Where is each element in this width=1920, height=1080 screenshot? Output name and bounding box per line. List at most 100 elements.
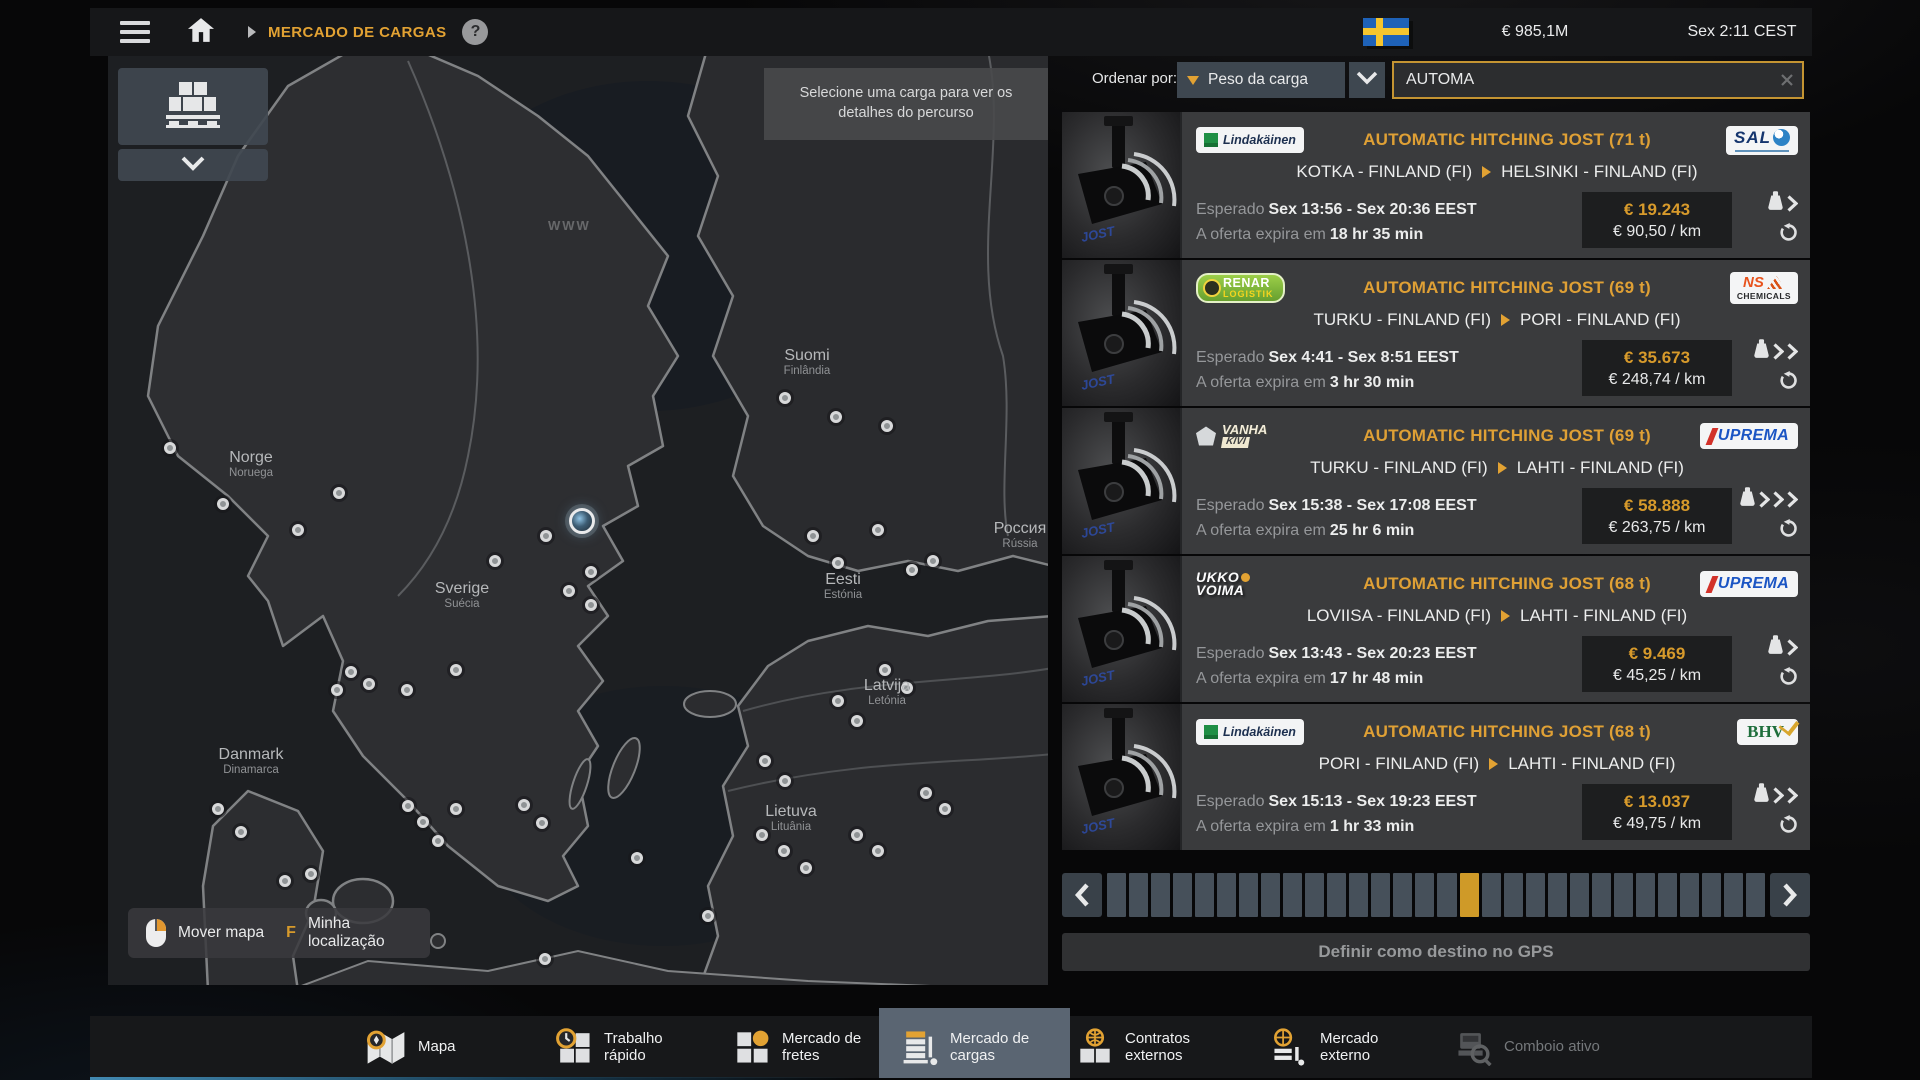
page-block[interactable] (1526, 873, 1545, 917)
expires-label: A oferta expira em (1196, 522, 1326, 539)
city-dot (832, 557, 844, 569)
loop-icon (1779, 371, 1798, 395)
nav-item-external[interactable]: Mercado externo (1249, 1016, 1440, 1078)
page-prev-button[interactable] (1062, 873, 1102, 917)
freight-icon (733, 1028, 771, 1066)
city-dot (939, 803, 951, 815)
city-dot (363, 678, 375, 690)
set-gps-destination-button[interactable]: Definir como destino no GPS (1062, 933, 1810, 971)
city-dot (832, 695, 844, 707)
city-dot (217, 498, 229, 510)
page-block[interactable] (1548, 873, 1567, 917)
price-per-km: € 90,50 / km (1613, 223, 1701, 241)
page-block[interactable] (1239, 873, 1258, 917)
nav-item-contracts[interactable]: Contratos externos (1054, 1016, 1245, 1078)
menu-icon[interactable] (120, 21, 150, 43)
route-arrow-icon (1501, 314, 1510, 326)
map-canvas[interactable]: WWW NorgeNoruegaSverigeSuéciaSuomiFinlân… (108, 56, 1048, 985)
page-block[interactable] (1151, 873, 1170, 917)
price-box: € 9.469 € 45,25 / km (1582, 636, 1732, 692)
route-row: KOTKA - FINLAND (FI) HELSINKI - FINLAND … (1196, 162, 1798, 182)
cargo-offer-card[interactable]: JOST UKKOVOIMA AUTOMATIC HITCHING JOST (… (1062, 556, 1810, 702)
page-block[interactable] (1349, 873, 1368, 917)
cargo-offer-card[interactable]: JOST RENARLOGISTIK AUTOMATIC HITCHING JO… (1062, 260, 1810, 406)
cargo-icons (1744, 782, 1798, 840)
weight-icon (1767, 191, 1784, 216)
city-dot (417, 816, 429, 828)
page-block[interactable] (1305, 873, 1324, 917)
page-block[interactable] (1570, 873, 1589, 917)
page-block[interactable] (1217, 873, 1236, 917)
cargo-offer-card[interactable]: JOST Lindakäinen AUTOMATIC HITCHING JOST… (1062, 112, 1810, 258)
page-block[interactable] (1107, 873, 1126, 917)
cargo-icons (1744, 634, 1798, 692)
expires-time: 3 hr 30 min (1330, 374, 1414, 391)
page-block[interactable] (1482, 873, 1501, 917)
quickjob-icon (555, 1028, 593, 1066)
home-icon (188, 18, 214, 47)
breadcrumb-arrow-icon (248, 26, 256, 38)
cargo-offer-card[interactable]: JOST VANHAKIVI AUTOMATIC HITCHING JOST (… (1062, 408, 1810, 554)
page-block[interactable] (1173, 873, 1192, 917)
page-block[interactable] (1504, 873, 1523, 917)
city-dot (489, 555, 501, 567)
clear-search-icon[interactable] (1772, 65, 1802, 95)
page-block[interactable] (1327, 873, 1346, 917)
player-position-marker (569, 508, 595, 534)
page-block[interactable] (1261, 873, 1280, 917)
price-box: € 58.888 € 263,75 / km (1582, 488, 1732, 544)
price-per-km: € 45,25 / km (1613, 667, 1701, 685)
sort-open-button[interactable] (1349, 62, 1385, 98)
nav-item-freight[interactable]: Mercado de fretes (711, 1016, 902, 1078)
page-block[interactable] (1437, 873, 1456, 917)
route-to: LAHTI - FINLAND (FI) (1508, 754, 1675, 774)
page-block[interactable] (1371, 873, 1390, 917)
page-block[interactable] (1702, 873, 1721, 917)
city-dot (539, 953, 551, 965)
route-arrow-icon (1498, 462, 1507, 474)
mouse-icon (146, 919, 166, 947)
cargo-thumbnail: JOST (1062, 260, 1180, 406)
sender-company-logo: Lindakäinen (1196, 719, 1304, 745)
city-dot (585, 599, 597, 611)
receiver-company-logo: UPREMA (1700, 571, 1798, 597)
cargo-overview-button[interactable] (118, 68, 268, 145)
expires-time: 25 hr 6 min (1330, 522, 1414, 539)
cargo-thumbnail: JOST (1062, 704, 1180, 850)
cargo-times: EsperadoSex 4:41 - Sex 8:51 EEST A ofert… (1196, 346, 1582, 396)
city-dot (702, 910, 714, 922)
page-block[interactable] (1129, 873, 1148, 917)
nav-item-map[interactable]: Mapa (343, 1016, 478, 1078)
page-block[interactable] (1393, 873, 1412, 917)
page-block[interactable] (1724, 873, 1743, 917)
expires-label: A oferta expira em (1196, 818, 1326, 835)
external-icon (1271, 1028, 1309, 1066)
page-block[interactable] (1614, 873, 1633, 917)
expires-label: A oferta expira em (1196, 374, 1326, 391)
search-input[interactable] (1394, 71, 1772, 89)
city-dot (779, 392, 791, 404)
page-block-current[interactable] (1460, 873, 1479, 917)
city-dot (920, 787, 932, 799)
page-next-button[interactable] (1770, 873, 1810, 917)
page-block[interactable] (1680, 873, 1699, 917)
sort-dropdown[interactable]: Peso da carga (1177, 62, 1345, 98)
nav-item-quickjob[interactable]: Trabalho rápido (533, 1016, 724, 1078)
page-block[interactable] (1283, 873, 1302, 917)
chevron-down-icon (1356, 71, 1378, 90)
page-block[interactable] (1636, 873, 1655, 917)
collapse-button[interactable] (118, 149, 268, 181)
page-block[interactable] (1415, 873, 1434, 917)
nav-item-convoy[interactable]: Comboio ativo (1433, 1016, 1622, 1078)
page-block[interactable] (1592, 873, 1611, 917)
page-block[interactable] (1658, 873, 1677, 917)
city-dot (756, 829, 768, 841)
cargo-offer-card[interactable]: JOST Lindakäinen AUTOMATIC HITCHING JOST… (1062, 704, 1810, 850)
page-block[interactable] (1746, 873, 1765, 917)
route-to: LAHTI - FINLAND (FI) (1517, 458, 1684, 478)
weight-icon (1753, 783, 1770, 808)
page-block[interactable] (1195, 873, 1214, 917)
help-button[interactable]: ? (462, 19, 488, 45)
nav-item-cargo[interactable]: Mercado de cargas (879, 1008, 1070, 1078)
home-button[interactable] (188, 18, 214, 47)
